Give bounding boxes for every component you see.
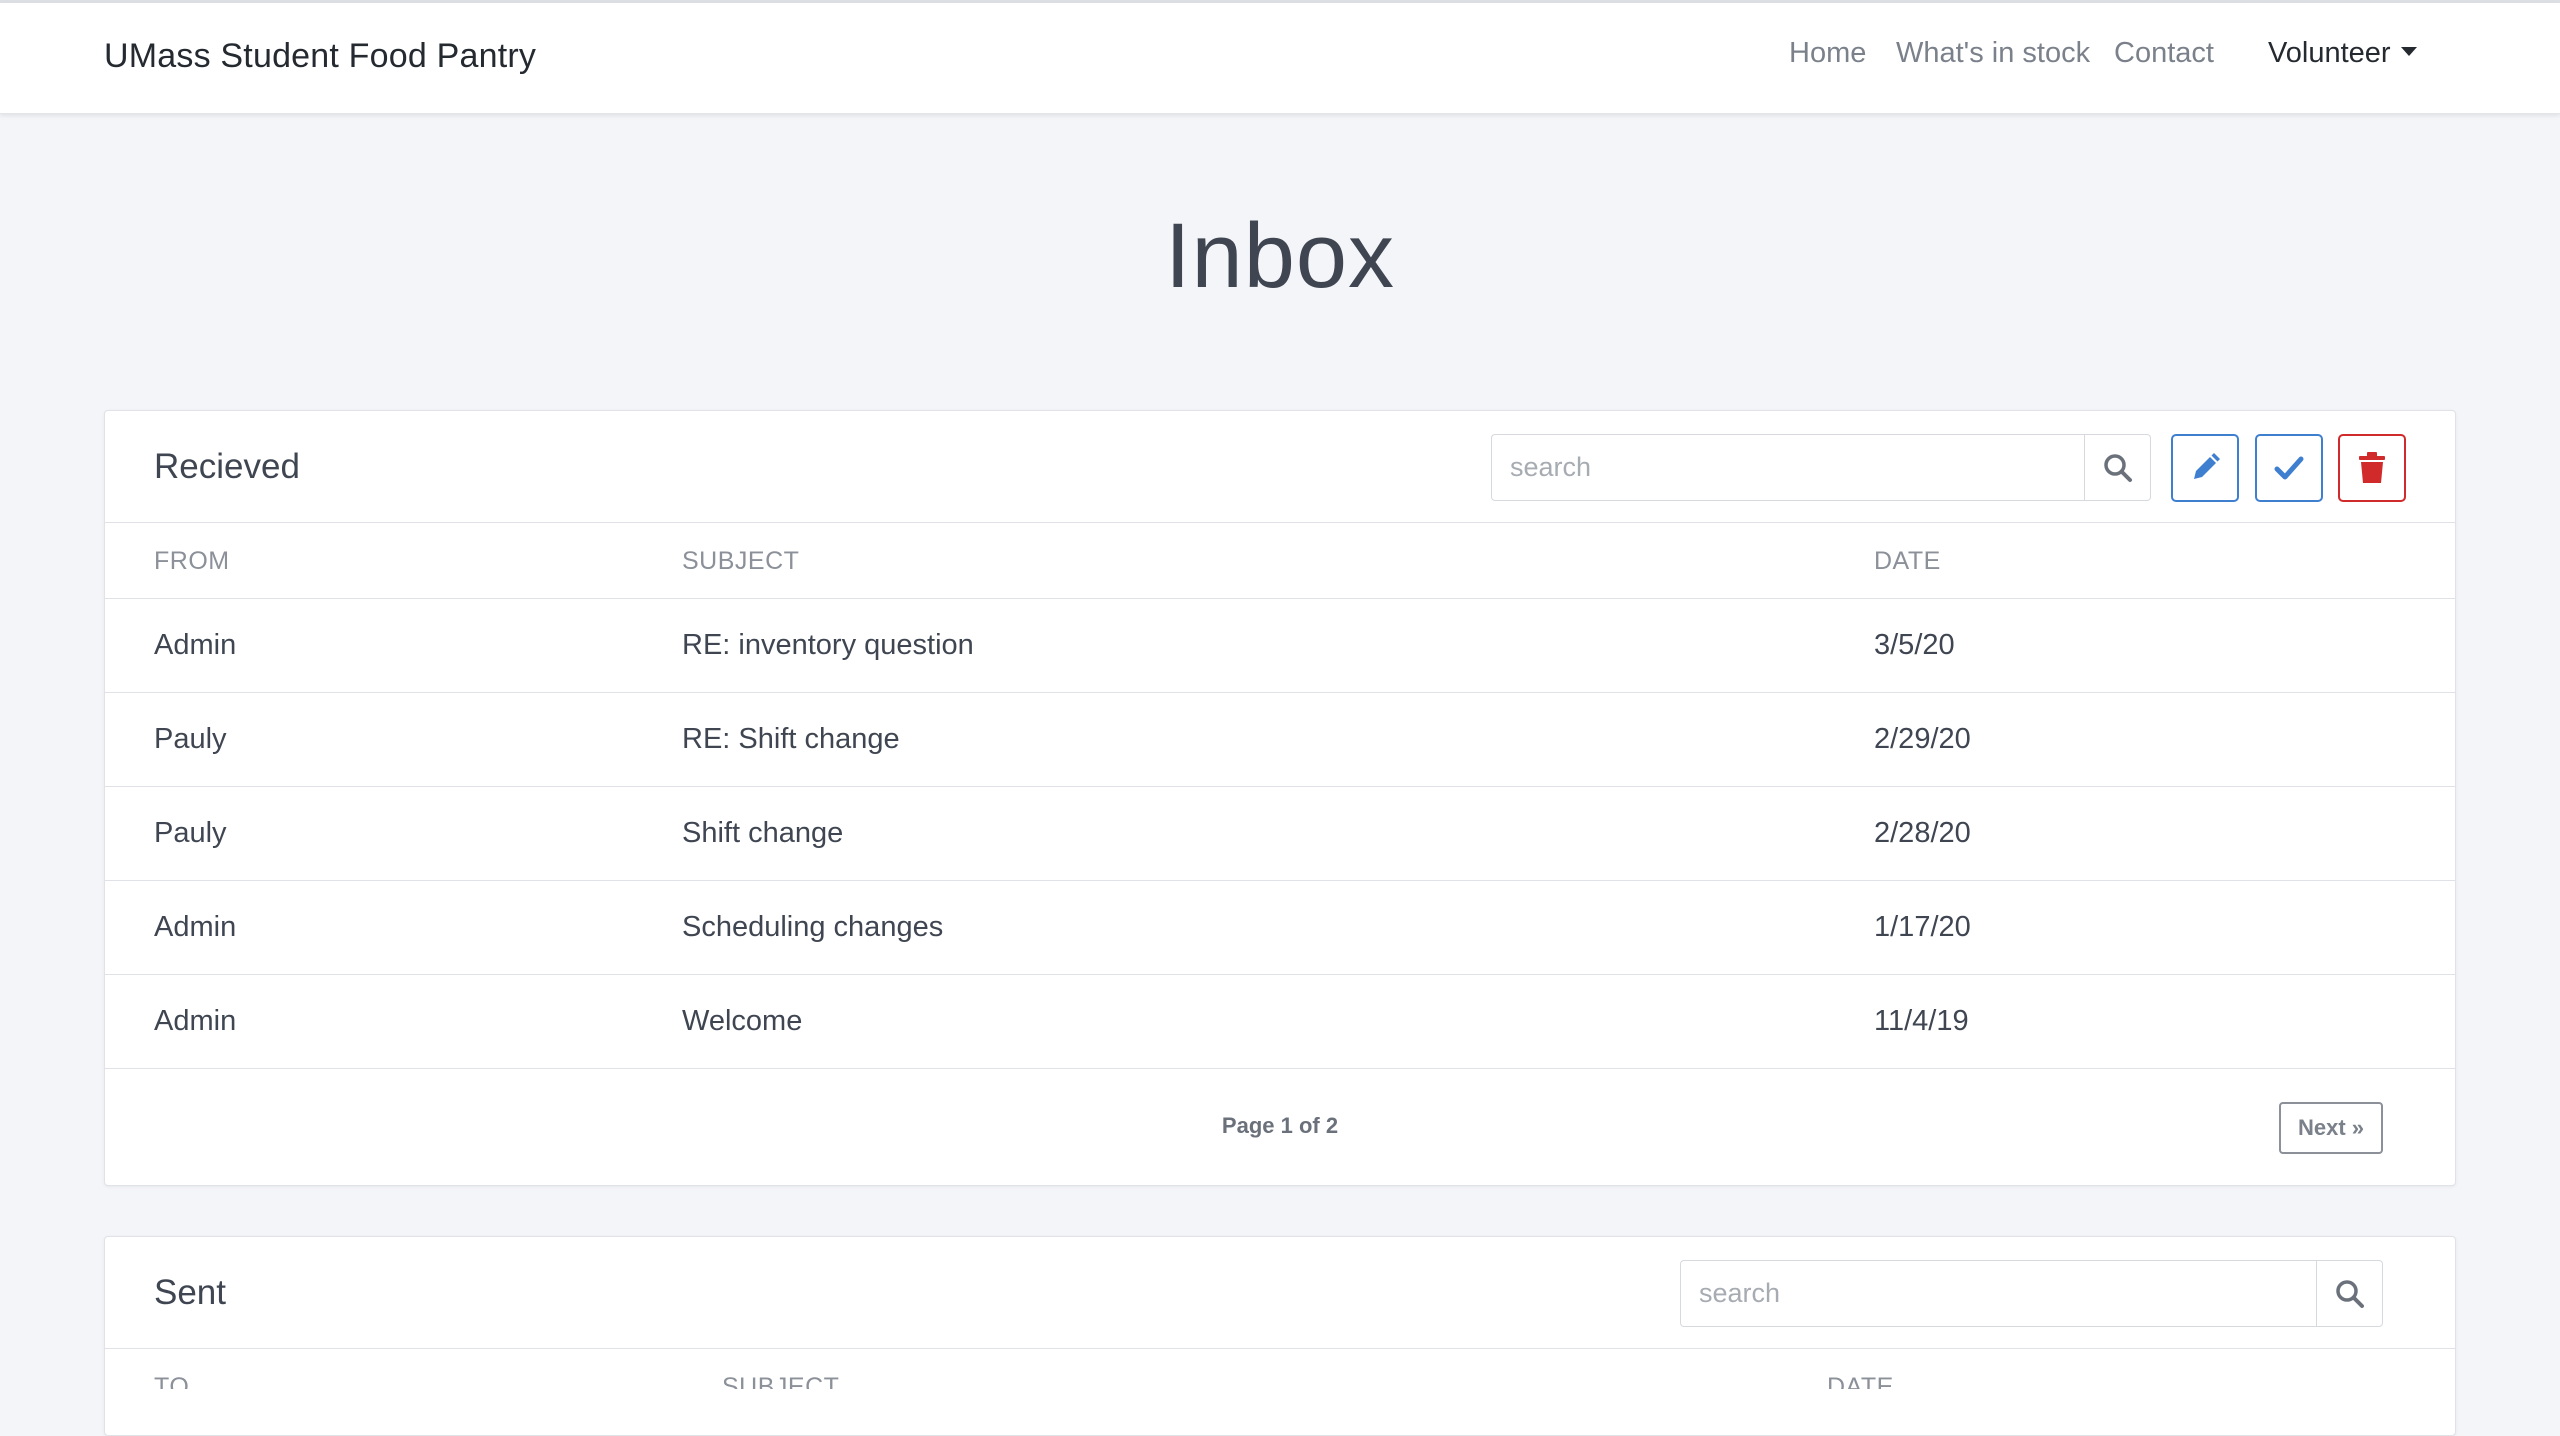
table-row[interactable]: Pauly RE: Shift change 2/29/20	[105, 693, 2455, 787]
received-card: Recieved search FROM SUBJECT DATE Admin …	[104, 410, 2456, 1186]
row-date: 3/5/20	[1874, 629, 1955, 661]
check-icon	[2274, 456, 2304, 480]
row-date: 2/29/20	[1874, 723, 1971, 755]
table-row[interactable]: Admin Scheduling changes 1/17/20	[105, 881, 2455, 975]
compose-button[interactable]	[2171, 434, 2239, 502]
row-date: 1/17/20	[1874, 911, 1971, 943]
row-subject: RE: inventory question	[682, 629, 974, 661]
table-row[interactable]: Pauly Shift change 2/28/20	[105, 787, 2455, 881]
received-card-header: Recieved	[105, 411, 2455, 523]
row-date: 2/28/20	[1874, 817, 1971, 849]
nav-whats-in-stock-link[interactable]: What's in stock	[1896, 37, 2090, 70]
pencil-icon	[2194, 453, 2220, 479]
row-subject: Welcome	[682, 1005, 803, 1037]
row-from: Admin	[154, 1005, 237, 1037]
received-search-group	[1491, 434, 2151, 501]
nav-contact-link[interactable]: Contact	[2114, 37, 2214, 70]
table-row[interactable]: Admin RE: inventory question 3/5/20	[105, 599, 2455, 693]
row-subject: RE: Shift change	[682, 723, 900, 755]
row-date: 11/4/19	[1874, 1005, 1969, 1037]
column-header-to[interactable]: TO	[154, 1373, 189, 1389]
sent-search-button[interactable]	[2316, 1260, 2383, 1327]
received-search-button[interactable]	[2084, 434, 2151, 501]
row-from: Pauly	[154, 817, 227, 849]
received-table-header: FROM SUBJECT DATE	[105, 523, 2455, 599]
sent-card: Sent TO SUBJECT DATE	[104, 1236, 2456, 1436]
column-header-from[interactable]: FROM	[154, 547, 230, 576]
table-row[interactable]: Admin Welcome 11/4/19	[105, 975, 2455, 1069]
row-subject: Shift change	[682, 817, 844, 849]
nav-home-link[interactable]: Home	[1789, 37, 1866, 70]
row-from: Pauly	[154, 723, 227, 755]
search-icon	[2103, 453, 2132, 482]
column-header-date[interactable]: DATE	[1874, 547, 1941, 576]
navbar: UMass Student Food Pantry Home What's in…	[0, 3, 2560, 114]
sent-search-group	[1680, 1260, 2383, 1327]
column-header-subject[interactable]: SUBJECT	[682, 547, 799, 576]
mark-read-button[interactable]	[2255, 434, 2323, 502]
row-subject: Scheduling changes	[682, 911, 944, 943]
trash-icon	[2359, 452, 2385, 483]
volunteer-dropdown-label: Volunteer	[2268, 37, 2391, 69]
sent-title: Sent	[154, 1273, 226, 1312]
received-pagination: Page 1 of 2 Next »	[105, 1069, 2455, 1185]
row-from: Admin	[154, 629, 237, 661]
sent-table-header: TO SUBJECT DATE	[105, 1349, 2455, 1389]
row-from: Admin	[154, 911, 237, 943]
column-header-subject[interactable]: SUBJECT	[722, 1373, 839, 1389]
sent-card-header: Sent	[105, 1237, 2455, 1349]
page-title: Inbox	[1164, 205, 1396, 307]
nav-links: Home What's in stock Contact Volunteer	[0, 37, 2560, 85]
delete-button[interactable]	[2338, 434, 2406, 502]
search-icon	[2335, 1279, 2364, 1308]
column-header-date[interactable]: DATE	[1827, 1373, 1894, 1389]
next-page-button[interactable]: Next »	[2279, 1102, 2383, 1154]
received-title: Recieved	[154, 447, 300, 486]
caret-down-icon	[2400, 47, 2417, 56]
volunteer-dropdown[interactable]: Volunteer	[2268, 37, 2417, 70]
page-indicator: Page 1 of 2	[1221, 1113, 1339, 1138]
received-search-input[interactable]	[1491, 434, 2084, 501]
sent-search-input[interactable]	[1680, 1260, 2316, 1327]
